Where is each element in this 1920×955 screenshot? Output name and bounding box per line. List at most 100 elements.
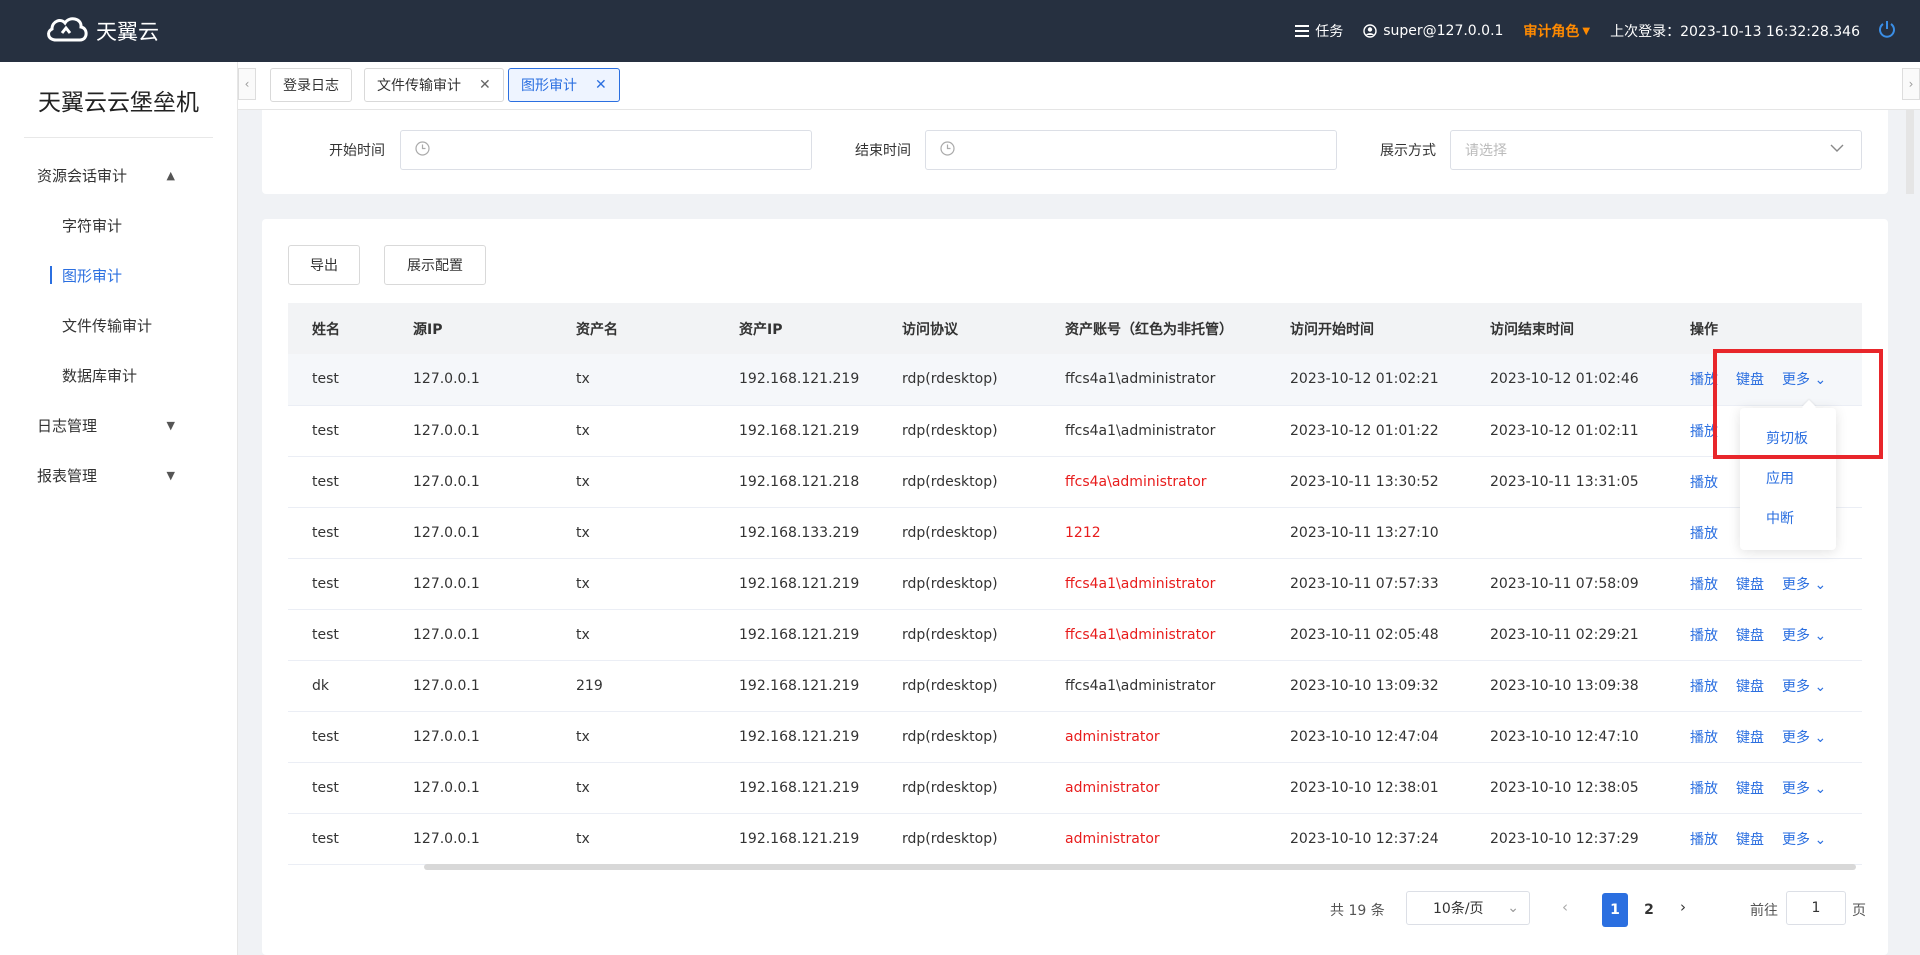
more-link[interactable]: 更多 ⌄ [1782, 781, 1826, 797]
keyboard-link[interactable]: 键盘 [1736, 832, 1764, 848]
sidebar-item-label: 文件传输审计 [62, 316, 153, 335]
play-link[interactable]: 播放 [1690, 577, 1718, 593]
table-row[interactable]: test 127.0.0.1 tx 192.168.133.219 rdp(rd… [288, 507, 1862, 559]
play-link[interactable]: 播放 [1690, 730, 1718, 746]
page-size-select[interactable]: 10条/页 ⌄ [1406, 891, 1530, 925]
chevron-down-icon: ⌄ [1814, 576, 1827, 593]
cell-account: ffcs4a\administrator [1041, 456, 1266, 508]
cell-asset: tx [552, 354, 715, 406]
more-label: 更多 [1782, 831, 1810, 848]
play-link[interactable]: 播放 [1690, 679, 1718, 695]
close-icon[interactable]: ✕ [479, 77, 491, 93]
tab-scroll-left-button[interactable]: ‹ [238, 68, 256, 100]
keyboard-link[interactable]: 键盘 [1736, 679, 1764, 695]
play-link[interactable]: 播放 [1690, 475, 1718, 491]
goto-page-input[interactable]: 1 [1786, 891, 1846, 925]
cell-name: test [288, 558, 389, 610]
chevron-right-icon: › [1908, 77, 1914, 91]
cell-protocol: rdp(rdesktop) [878, 711, 1041, 763]
play-link[interactable]: 播放 [1690, 628, 1718, 644]
role-selector[interactable]: 审计角色 ▼ [1523, 21, 1590, 41]
page-1-button[interactable]: 1 [1602, 893, 1628, 927]
logo[interactable]: 天翼云 [44, 14, 159, 48]
cell-name: test [288, 354, 389, 406]
tab-label: 图形审计 [521, 78, 577, 94]
task-button[interactable]: 任务 [1295, 21, 1343, 41]
user-info[interactable]: super@127.0.0.1 [1363, 23, 1503, 39]
more-label: 更多 [1782, 729, 1810, 746]
prev-page-button[interactable]: ‹ [1562, 898, 1568, 916]
vertical-scrollbar[interactable] [1906, 110, 1914, 194]
table-row[interactable]: test 127.0.0.1 tx 192.168.121.218 rdp(rd… [288, 456, 1862, 508]
more-link[interactable]: 更多 ⌄ [1782, 577, 1826, 593]
sidebar-item-label: 资源会话审计 [37, 166, 128, 185]
cell-asset: tx [552, 711, 715, 763]
display-config-button[interactable]: 展示配置 [384, 245, 486, 285]
sidebar-item-file-audit[interactable]: 文件传输审计 [0, 300, 237, 350]
cell-account: administrator [1041, 813, 1266, 865]
next-page-button[interactable]: › [1680, 898, 1686, 916]
cell-account: ffcs4a1\administrator [1041, 354, 1266, 406]
tab-file-audit[interactable]: 文件传输审计 ✕ [364, 68, 504, 102]
cell-src-ip: 127.0.0.1 [389, 711, 552, 763]
cell-end-time [1466, 507, 1666, 559]
more-link[interactable]: 更多 ⌄ [1782, 832, 1826, 848]
menu-item-app[interactable]: 应用 [1766, 468, 1794, 488]
chevron-down-icon [1829, 140, 1845, 160]
cell-asset: tx [552, 558, 715, 610]
sidebar-item-label: 日志管理 [37, 416, 98, 435]
table-row[interactable]: test 127.0.0.1 tx 192.168.121.219 rdp(rd… [288, 711, 1862, 763]
table-row[interactable]: test 127.0.0.1 tx 192.168.121.219 rdp(rd… [288, 609, 1862, 661]
keyboard-link[interactable]: 键盘 [1736, 781, 1764, 797]
chevron-left-icon: ‹ [244, 77, 250, 91]
more-link[interactable]: 更多 ⌄ [1782, 730, 1826, 746]
export-button[interactable]: 导出 [288, 245, 360, 285]
power-icon[interactable] [1878, 20, 1896, 43]
menu-item-interrupt[interactable]: 中断 [1766, 508, 1794, 528]
chevron-down-icon: ⌄ [1814, 678, 1827, 695]
page-2-button[interactable]: 2 [1636, 893, 1662, 927]
cell-asset: tx [552, 609, 715, 661]
cell-start-time: 2023-10-11 13:30:52 [1266, 456, 1466, 508]
sidebar-item-db-audit[interactable]: 数据库审计 [0, 350, 237, 400]
play-link[interactable]: 播放 [1690, 781, 1718, 797]
tab-login-log[interactable]: 登录日志 [270, 68, 352, 102]
table-row[interactable]: test 127.0.0.1 tx 192.168.121.219 rdp(rd… [288, 813, 1862, 865]
start-time-input[interactable] [400, 130, 812, 170]
table-row[interactable]: test 127.0.0.1 tx 192.168.121.219 rdp(rd… [288, 405, 1862, 457]
close-icon[interactable]: ✕ [595, 77, 607, 93]
more-link[interactable]: 更多 ⌄ [1782, 679, 1826, 695]
cell-name: test [288, 762, 389, 814]
play-link[interactable]: 播放 [1690, 832, 1718, 848]
table-row[interactable]: dk 127.0.0.1 219 192.168.121.219 rdp(rde… [288, 660, 1862, 712]
table-row[interactable]: test 127.0.0.1 tx 192.168.121.219 rdp(rd… [288, 762, 1862, 814]
cell-account: 1212 [1041, 507, 1266, 559]
sidebar-item-char-audit[interactable]: 字符审计 [0, 200, 237, 250]
column-header: 资产名 [552, 303, 715, 354]
tab-graphic-audit[interactable]: 图形审计 ✕ [508, 68, 620, 102]
cell-start-time: 2023-10-11 02:05:48 [1266, 609, 1466, 661]
brand-title: 天翼云云堡垒机 [24, 62, 213, 138]
more-link[interactable]: 更多 ⌄ [1782, 628, 1826, 644]
play-link[interactable]: 播放 [1690, 526, 1718, 542]
table-row[interactable]: test 127.0.0.1 tx 192.168.121.219 rdp(rd… [288, 354, 1862, 406]
keyboard-link[interactable]: 键盘 [1736, 577, 1764, 593]
sidebar-item-graphic-audit[interactable]: 图形审计 [0, 250, 237, 300]
keyboard-link[interactable]: 键盘 [1736, 730, 1764, 746]
keyboard-link[interactable]: 键盘 [1736, 628, 1764, 644]
cell-asset-ip: 192.168.121.219 [715, 354, 878, 406]
table-row[interactable]: test 127.0.0.1 tx 192.168.121.219 rdp(rd… [288, 558, 1862, 610]
column-header: 操作 [1666, 303, 1862, 354]
cell-end-time: 2023-10-12 01:02:11 [1466, 405, 1666, 457]
sidebar-item-session-audit[interactable]: 资源会话审计 ▲ [0, 150, 237, 200]
cell-name: test [288, 609, 389, 661]
cell-name: test [288, 813, 389, 865]
end-time-input[interactable] [925, 130, 1337, 170]
display-mode-select[interactable]: 请选择 [1450, 130, 1862, 170]
horizontal-scrollbar[interactable] [424, 864, 1856, 870]
tab-scroll-right-button[interactable]: › [1902, 68, 1920, 100]
cell-start-time: 2023-10-12 01:01:22 [1266, 405, 1466, 457]
sidebar-item-log-mgmt[interactable]: 日志管理 ▼ [0, 400, 237, 450]
cell-protocol: rdp(rdesktop) [878, 354, 1041, 406]
sidebar-item-report-mgmt[interactable]: 报表管理 ▼ [0, 450, 237, 500]
